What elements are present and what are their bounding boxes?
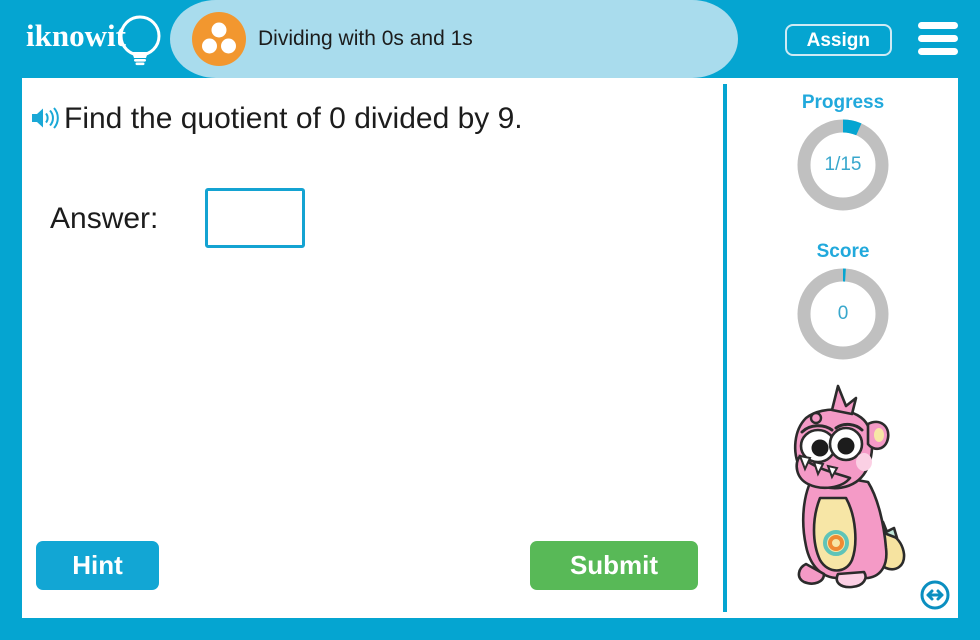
progress-label: Progress: [801, 92, 885, 113]
question-row: Find the quotient of 0 divided by 9.: [30, 96, 690, 142]
topic-title: Dividing with 0s and 1s: [258, 27, 473, 50]
app-frame: iknowit Dividing with 0s and 1s Assign F…: [0, 0, 980, 640]
score-label: Score: [816, 241, 870, 262]
assign-button[interactable]: Assign: [784, 24, 892, 56]
progress-gauge-block: Progress 1/15: [728, 92, 958, 214]
answer-input[interactable]: [205, 188, 305, 248]
submit-button[interactable]: Submit: [530, 541, 698, 590]
iknowit-logo[interactable]: iknowit: [24, 12, 164, 68]
panel-divider: [723, 84, 727, 612]
progress-gauge: 1/15: [794, 116, 892, 214]
three-dots-circle-icon: [192, 12, 246, 66]
app-header: iknowit Dividing with 0s and 1s Assign: [0, 0, 980, 78]
status-sidebar: Progress 1/15 Score 0: [728, 78, 958, 618]
hamburger-menu-icon[interactable]: [918, 22, 958, 56]
score-value: 0: [837, 303, 849, 324]
answer-label: Answer:: [50, 202, 159, 235]
content-panel: Find the quotient of 0 divided by 9. Ans…: [22, 78, 958, 618]
pink-monster-mascot: [793, 384, 906, 589]
hint-button[interactable]: Hint: [36, 541, 159, 590]
score-gauge: 0: [794, 265, 892, 363]
lightbulb-icon: [119, 15, 161, 66]
score-gauge-block: Score 0: [728, 241, 958, 363]
logo-text: iknowit: [26, 18, 126, 53]
resize-horizontal-icon[interactable]: [920, 580, 950, 610]
question-text: Find the quotient of 0 divided by 9.: [64, 102, 523, 135]
progress-value: 1/15: [824, 154, 862, 175]
speaker-audio-icon[interactable]: [30, 106, 60, 130]
topic-tab: Dividing with 0s and 1s: [170, 0, 738, 78]
